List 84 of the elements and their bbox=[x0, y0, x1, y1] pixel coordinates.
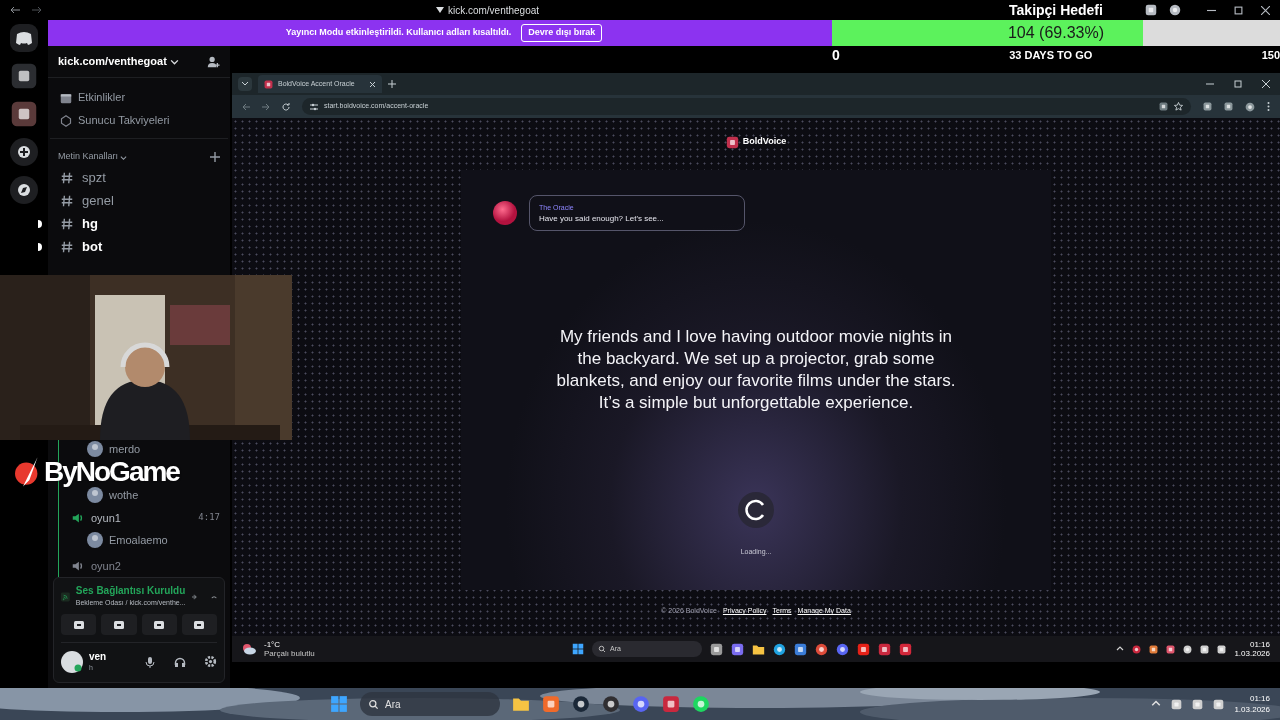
reload-icon[interactable] bbox=[282, 102, 290, 111]
add-server-icon[interactable] bbox=[10, 138, 38, 166]
calendar-icon bbox=[60, 91, 72, 104]
back-icon[interactable] bbox=[10, 6, 20, 14]
temperature: -1°C bbox=[264, 640, 281, 649]
loading-spinner-icon bbox=[738, 492, 774, 528]
voice-user[interactable]: merdo bbox=[87, 441, 141, 457]
username: ven bbox=[89, 650, 108, 662]
close-icon[interactable] bbox=[1261, 5, 1270, 15]
voice-channel[interactable]: oyun2 bbox=[59, 555, 230, 577]
forward-icon[interactable] bbox=[32, 6, 42, 14]
forward-icon[interactable] bbox=[262, 102, 270, 111]
voice-user[interactable]: Emoalaemo bbox=[87, 532, 168, 548]
hashtag-icon bbox=[60, 239, 74, 254]
category-header[interactable]: Metin Kanalları bbox=[58, 150, 119, 164]
avatar bbox=[87, 532, 103, 548]
microphone-icon[interactable] bbox=[144, 655, 156, 668]
weather-text: Parçalı bulutlu bbox=[264, 649, 315, 658]
search-field[interactable]: Ara bbox=[360, 692, 500, 716]
close-icon[interactable] bbox=[1262, 80, 1270, 88]
avatar bbox=[87, 441, 103, 457]
hashtag-icon bbox=[60, 216, 74, 231]
tab-list-button[interactable] bbox=[238, 77, 252, 91]
sidebar-item[interactable]: Etkinlikler bbox=[60, 86, 218, 109]
site-settings-icon[interactable] bbox=[310, 102, 318, 111]
chevron-down-icon bbox=[241, 81, 249, 87]
server-name[interactable]: kick.com/venthegoat bbox=[58, 53, 167, 70]
clock-time: 01:16 bbox=[1248, 693, 1270, 704]
brand-name: BoldVoice bbox=[742, 135, 787, 149]
chevron-down-icon[interactable] bbox=[169, 57, 179, 66]
tray-chevron-icon[interactable] bbox=[1116, 645, 1125, 653]
voice-action-button[interactable] bbox=[101, 614, 137, 635]
channel-item[interactable]: bot bbox=[48, 235, 230, 258]
voice-user[interactable]: wothe bbox=[87, 487, 139, 503]
disable-button[interactable]: Devre dışı bırak bbox=[521, 24, 603, 42]
windows-icon[interactable] bbox=[572, 643, 584, 655]
speaker-icon bbox=[71, 511, 85, 525]
search-icon bbox=[598, 645, 606, 653]
compass-icon[interactable] bbox=[10, 176, 38, 204]
maximize-icon[interactable] bbox=[1234, 5, 1243, 15]
goal-progress-text: 104 (69.33%) bbox=[1006, 23, 1106, 43]
goal-remaining: 33 DAYS TO GO bbox=[1009, 48, 1093, 64]
weather-icon bbox=[242, 643, 256, 655]
goal-target: 150 bbox=[1261, 48, 1280, 64]
add-user-icon[interactable] bbox=[206, 54, 220, 69]
clock-time: 01:16 bbox=[1249, 640, 1270, 649]
menu-icon[interactable] bbox=[1267, 102, 1270, 111]
avatar bbox=[87, 487, 103, 503]
window-title: kick.com/venthegoat bbox=[447, 3, 540, 18]
discord-logo[interactable] bbox=[10, 24, 38, 52]
search-icon bbox=[368, 698, 379, 710]
hashtag-icon bbox=[60, 193, 74, 208]
user-avatar[interactable] bbox=[61, 650, 83, 673]
settings-icon[interactable] bbox=[204, 655, 217, 668]
clock-date: 1.03.2026 bbox=[1234, 704, 1270, 715]
folder-icon[interactable] bbox=[752, 642, 765, 656]
close-icon[interactable] bbox=[369, 80, 376, 88]
call-timer: 4:17 bbox=[198, 511, 221, 525]
new-tab-icon[interactable] bbox=[388, 80, 396, 88]
oracle-orb bbox=[493, 201, 517, 225]
channel-item[interactable]: genel bbox=[48, 189, 230, 212]
oracle-message: Have you said enough? Let's see... bbox=[539, 213, 665, 224]
speaker-icon bbox=[71, 559, 85, 573]
headphones-icon[interactable] bbox=[174, 655, 186, 668]
goal-start: 0 bbox=[832, 46, 840, 65]
sidebar-item[interactable]: Sunucu Takviyeleri bbox=[60, 109, 218, 132]
clock-date: 1.03.2026 bbox=[1234, 649, 1270, 658]
chevron-down-icon[interactable] bbox=[120, 153, 128, 161]
restore-icon[interactable] bbox=[1234, 80, 1242, 88]
back-icon[interactable] bbox=[242, 102, 250, 111]
voice-channel[interactable]: oyun1 4:17 bbox=[59, 507, 230, 529]
channel-item[interactable]: spzt bbox=[48, 166, 230, 189]
channel-item[interactable]: hg bbox=[48, 212, 230, 235]
goal-title: Takipçi Hedefi bbox=[1009, 1, 1103, 20]
windows-icon[interactable] bbox=[330, 695, 348, 713]
star-icon[interactable] bbox=[1174, 102, 1183, 111]
voice-action-button[interactable] bbox=[181, 614, 217, 635]
prompt-text: My friends and I love having outdoor movie nights in the backyard. We set up a projector, grab some blankets, and enjoy our favorite films under the stars. It’s a simple but unforgettable experience. bbox=[555, 326, 957, 414]
voice-action-button[interactable] bbox=[141, 614, 177, 635]
hashtag-icon bbox=[60, 170, 74, 185]
banner-message: Yayıncı Modu etkinleştirildi. Kullanıcı adları kısaltıldı. bbox=[285, 26, 512, 40]
add-icon[interactable] bbox=[210, 152, 220, 162]
connection-status: Ses Bağlantısı Kuruldu bbox=[75, 585, 186, 597]
voice-action-button[interactable] bbox=[61, 614, 97, 635]
